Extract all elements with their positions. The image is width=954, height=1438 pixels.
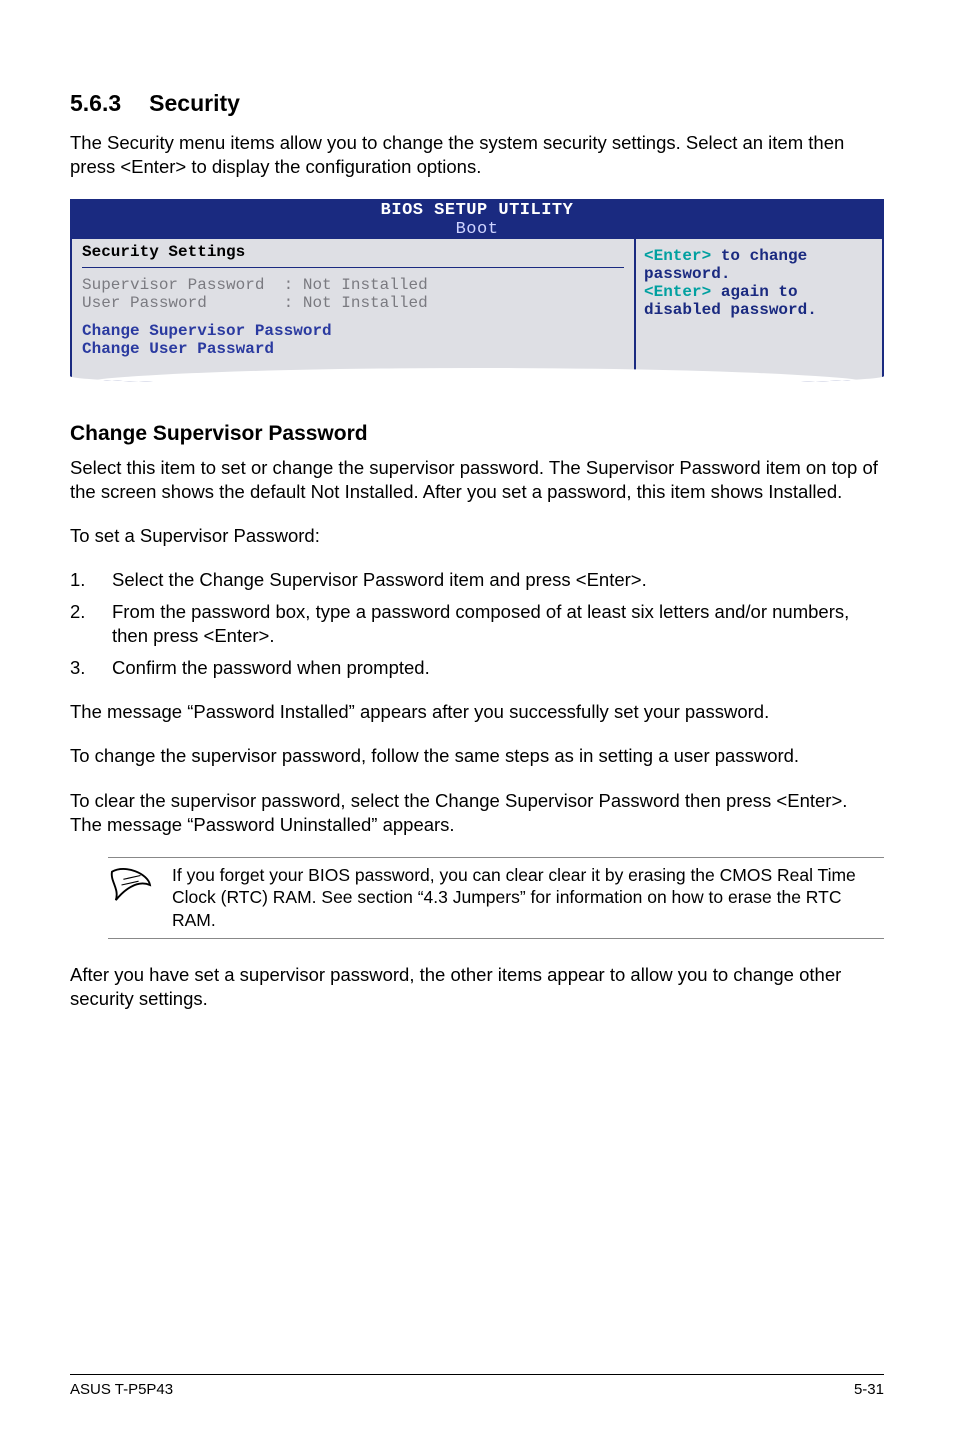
note-icon: [108, 864, 154, 932]
paragraph-3: The message “Password Installed” appears…: [70, 700, 884, 724]
bios-user-row: User Password : Not Installed: [82, 294, 624, 312]
paragraph-5: To clear the supervisor password, select…: [70, 789, 884, 837]
step-1: 1.Select the Change Supervisor Password …: [70, 568, 884, 592]
step-1-text: Select the Change Supervisor Password it…: [112, 568, 647, 592]
step-3: 3.Confirm the password when prompted.: [70, 656, 884, 680]
bios-supervisor-row: Supervisor Password : Not Installed: [82, 276, 624, 294]
intro-paragraph: The Security menu items allow you to cha…: [70, 131, 884, 179]
footer-product: ASUS T-P5P43: [70, 1381, 173, 1398]
paragraph-2: To set a Supervisor Password:: [70, 524, 884, 548]
heading-number: 5.6.3: [70, 90, 121, 117]
note-box: If you forget your BIOS password, you ca…: [108, 857, 884, 939]
bios-row2-label: User Password: [82, 294, 207, 312]
bios-screenshot: BIOS SETUP UTILITY Boot Security Setting…: [70, 199, 884, 386]
bios-titlebar: BIOS SETUP UTILITY Boot: [70, 199, 884, 239]
note-text: If you forget your BIOS password, you ca…: [172, 864, 884, 932]
bios-help-line3: again to: [711, 283, 797, 301]
bios-section-title: Security Settings: [82, 243, 624, 268]
paragraph-6: After you have set a supervisor password…: [70, 963, 884, 1011]
bios-help-enter2: <Enter>: [644, 283, 711, 301]
step-1-num: 1.: [70, 568, 112, 592]
section-heading: 5.6.3 Security: [70, 90, 884, 117]
heading-title: Security: [149, 90, 240, 117]
paragraph-4: To change the supervisor password, follo…: [70, 744, 884, 768]
subheading-change-supervisor: Change Supervisor Password: [70, 422, 884, 446]
steps-list: 1.Select the Change Supervisor Password …: [70, 568, 884, 680]
bios-row1-label: Supervisor Password: [82, 276, 264, 294]
step-2-num: 2.: [70, 600, 112, 648]
bios-help-line4: disabled password.: [644, 301, 874, 319]
bios-change-supervisor[interactable]: Change Supervisor Password: [82, 322, 624, 340]
bios-help-enter1: <Enter>: [644, 247, 711, 265]
bios-help-line2: password.: [644, 265, 874, 283]
bios-change-user[interactable]: Change User Passward: [82, 340, 624, 358]
bios-row1-value: : Not Installed: [284, 276, 428, 294]
bios-main-panel: Security Settings Supervisor Password : …: [70, 239, 634, 382]
step-2-text: From the password box, type a password c…: [112, 600, 884, 648]
paragraph-1: Select this item to set or change the su…: [70, 456, 884, 504]
step-3-text: Confirm the password when prompted.: [112, 656, 430, 680]
bios-row2-value: : Not Installed: [284, 294, 428, 312]
bios-active-tab: Boot: [456, 220, 499, 239]
bios-title-text: BIOS SETUP UTILITY: [381, 201, 574, 220]
page-footer: ASUS T-P5P43 5-31: [70, 1374, 884, 1398]
bios-help-panel: <Enter> to change password. <Enter> agai…: [634, 239, 884, 382]
step-3-num: 3.: [70, 656, 112, 680]
bios-help-line1: to change: [711, 247, 807, 265]
step-2: 2.From the password box, type a password…: [70, 600, 884, 648]
footer-page-number: 5-31: [854, 1381, 884, 1398]
